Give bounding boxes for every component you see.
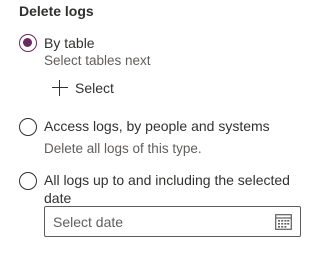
option-description-by-table: Select tables next xyxy=(44,53,151,68)
radio-by-table[interactable] xyxy=(19,34,37,52)
select-tables-button[interactable]: Select xyxy=(52,78,114,98)
select-button-label: Select xyxy=(75,80,114,96)
option-description-access-logs: Delete all logs of this type. xyxy=(44,141,202,156)
calendar-icon[interactable] xyxy=(275,213,292,230)
date-picker-field[interactable]: Select date xyxy=(44,206,301,237)
option-label-by-table[interactable]: By table xyxy=(44,34,95,52)
radio-access-logs[interactable] xyxy=(19,118,37,136)
option-label-all-logs-line1[interactable]: All logs up to and including the selecte… xyxy=(44,171,290,189)
option-label-all-logs-line2[interactable]: date xyxy=(44,189,71,207)
radio-selected-indicator xyxy=(23,38,32,47)
radio-all-logs-by-date[interactable] xyxy=(19,172,37,190)
plus-icon xyxy=(52,80,68,96)
option-label-access-logs[interactable]: Access logs, by people and systems xyxy=(44,117,270,135)
section-title: Delete logs xyxy=(19,3,94,19)
date-placeholder: Select date xyxy=(53,214,124,230)
